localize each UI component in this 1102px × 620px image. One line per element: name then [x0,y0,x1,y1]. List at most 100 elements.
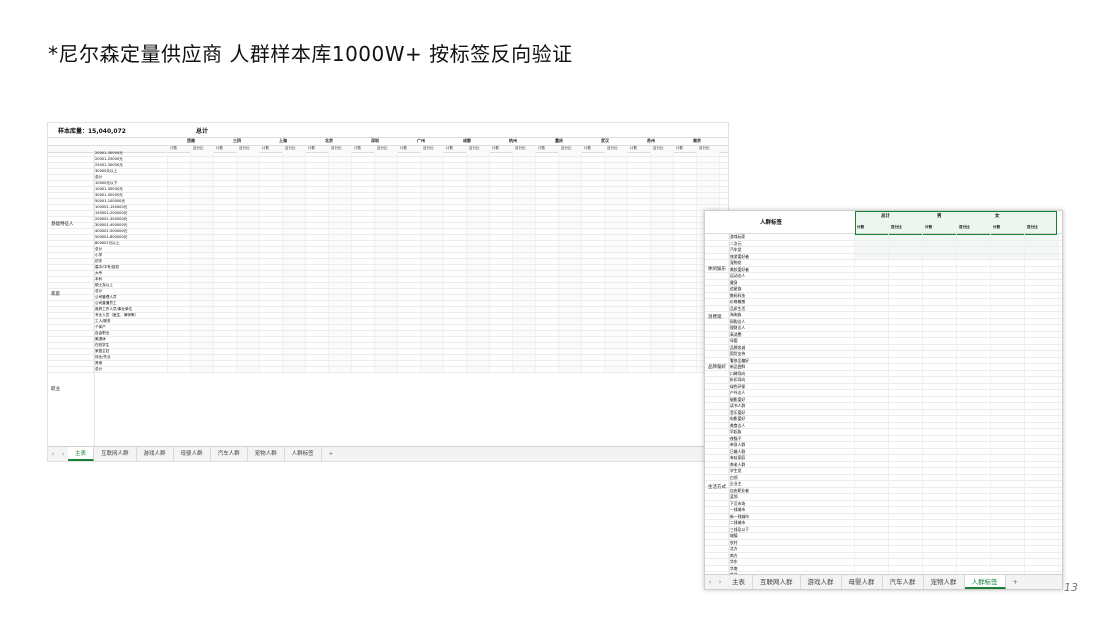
value-cell [306,235,329,240]
value-cell [398,223,421,228]
value-cell [467,163,490,168]
value-cell [991,351,1025,357]
value-cell [191,319,214,324]
value-cell [889,468,923,474]
value-cell [536,343,559,348]
tab-gaming[interactable]: 游戏人群 [801,575,842,589]
tab-pet[interactable]: 宠物人群 [248,447,285,461]
value-cell [375,307,398,312]
value-cell [1025,559,1059,565]
value-cell [1025,409,1059,415]
value-cell [283,181,306,186]
value-cell [421,223,444,228]
value-cell [957,292,991,298]
next-sheet-icon[interactable]: › [715,578,725,586]
value-cell [214,331,237,336]
value-cell [283,349,306,354]
tab-internet[interactable]: 互联网人群 [753,575,801,589]
selected-range[interactable] [855,211,1057,235]
value-cell [1025,546,1059,552]
value-cell [398,283,421,288]
value-cell [651,331,674,336]
row-label: 200001-300000元 [94,217,168,222]
row-label: 二线城市 [729,520,855,526]
value-cell [855,357,889,363]
value-cell [375,277,398,282]
value-cell [628,295,651,300]
tab-baby[interactable]: 母婴人群 [174,447,211,461]
value-cell [628,331,651,336]
value-cell [237,283,260,288]
row-label: 总计 [94,247,168,252]
value-cell [306,211,329,216]
tab-auto[interactable]: 汽车人群 [211,447,248,461]
value-cell [991,266,1025,272]
value-cell [957,422,991,428]
row-label: 蓝领 [729,494,855,500]
value-cell [957,526,991,532]
value-cell [923,507,957,513]
value-cell [536,319,559,324]
row-label: 城镇 [729,533,855,539]
value-cell [628,367,651,372]
value-cell [674,277,697,282]
value-cell [467,169,490,174]
add-sheet-button[interactable]: + [1006,575,1025,589]
value-cell [559,361,582,366]
value-cell [582,205,605,210]
value-cell [260,175,283,180]
value-cell [398,181,421,186]
value-cell [605,289,628,294]
value-cell [582,349,605,354]
value-cell [889,279,923,285]
value-cell [168,151,191,156]
next-sheet-icon[interactable]: › [58,450,68,458]
tab-gaming[interactable]: 游戏人群 [137,447,174,461]
value-cell [513,259,536,264]
value-cell [214,343,237,348]
value-cell [352,181,375,186]
tab-pet[interactable]: 宠物人群 [924,575,965,589]
value-cell [855,520,889,526]
value-cell [421,253,444,258]
value-cell [651,259,674,264]
value-cell [352,307,375,312]
value-cell [855,234,889,240]
value-cell [957,552,991,558]
row-label: 30001-50000元 [94,193,168,198]
value-cell [674,235,697,240]
value-cell [923,357,957,363]
prev-sheet-icon[interactable]: ‹ [48,450,58,458]
value-cell [329,253,352,258]
tab-main[interactable]: 主表 [725,575,753,589]
tab-tags[interactable]: 人群标签 [964,575,1006,589]
tab-baby[interactable]: 母婴人群 [842,575,883,589]
category-label: 生活方式 [708,485,726,490]
value-cell [237,187,260,192]
tab-tags[interactable]: 人群标签 [285,447,322,461]
value-cell [889,377,923,383]
tab-main[interactable]: 主表 [68,447,95,461]
value-cell [352,241,375,246]
value-cell [889,500,923,506]
value-cell [991,448,1025,454]
prev-sheet-icon[interactable]: ‹ [705,578,715,586]
value-cell [352,163,375,168]
value-cell [398,205,421,210]
value-cell [260,181,283,186]
value-cell [237,337,260,342]
value-cell [352,313,375,318]
add-sheet-button[interactable]: + [322,447,341,461]
value-cell [421,163,444,168]
value-cell [991,279,1025,285]
tab-internet[interactable]: 互联网人群 [94,447,137,461]
tab-auto[interactable]: 汽车人群 [883,575,924,589]
value-cell [923,546,957,552]
value-cell [1025,455,1059,461]
value-cell [674,337,697,342]
value-cell [889,344,923,350]
value-cell [651,289,674,294]
value-cell [329,199,352,204]
value-cell [674,217,697,222]
value-cell [1025,273,1059,279]
